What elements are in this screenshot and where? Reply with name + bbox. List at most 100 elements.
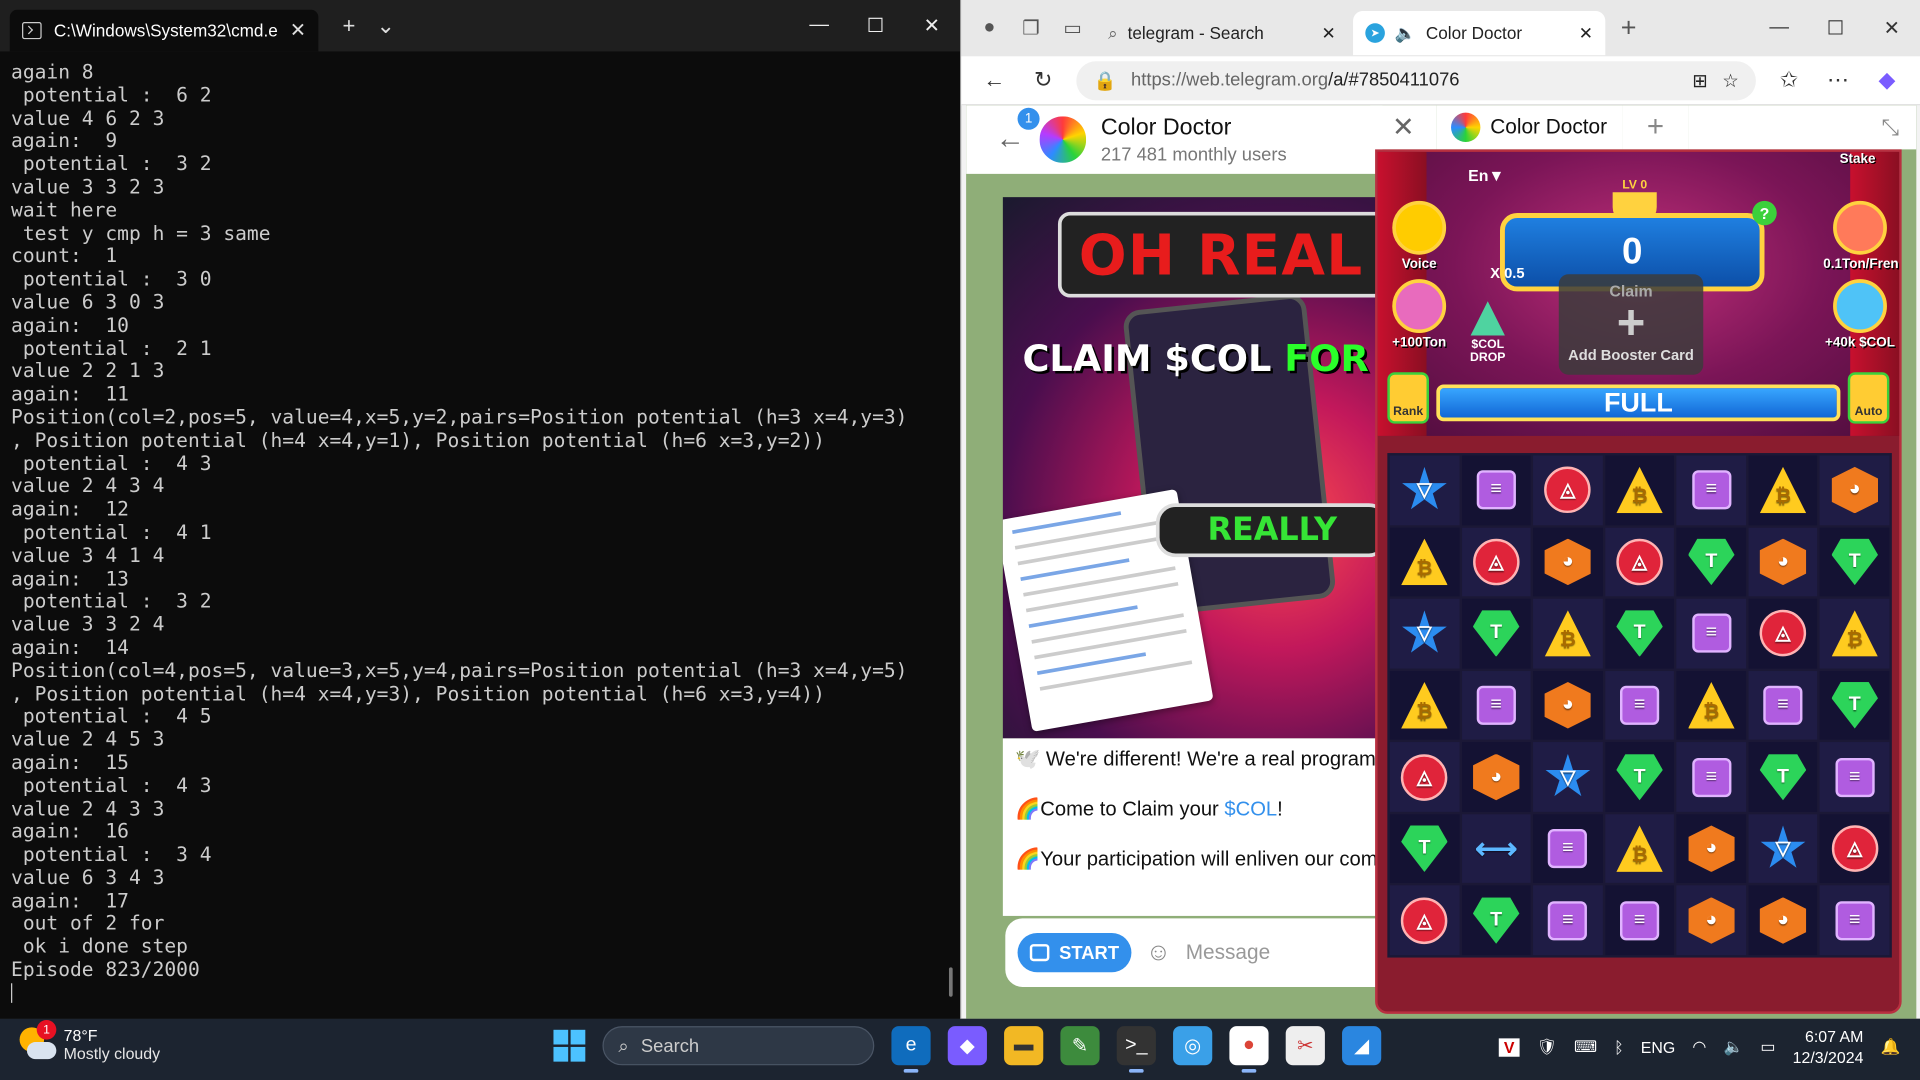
chat-header[interactable]: ← 1 Color Doctor 217 481 monthly users: [966, 105, 1383, 174]
board-cell[interactable]: ◬: [1461, 527, 1531, 597]
language-indicator[interactable]: ENG: [1641, 1038, 1675, 1056]
collapse-icon[interactable]: ⤡: [1688, 105, 1917, 150]
back-arrow-icon[interactable]: ← 1: [996, 107, 1040, 156]
stake-button[interactable]: Stake: [1821, 152, 1894, 167]
close-button[interactable]: ✕: [1864, 16, 1920, 40]
post-image[interactable]: OH REAL CLAIM $COL FOR REALLY: [1002, 197, 1395, 739]
voice-button[interactable]: Voice: [1382, 200, 1455, 272]
copilot-icon[interactable]: ◆: [1871, 67, 1903, 93]
taskbar-search[interactable]: ⌕ Search: [602, 1026, 875, 1066]
col-link[interactable]: $COL: [1224, 798, 1277, 820]
tab-telegram-search[interactable]: ⌕ telegram - Search ✕: [1096, 11, 1348, 55]
language-select[interactable]: En▼: [1468, 167, 1504, 185]
network-app-icon[interactable]: ◎: [1173, 1026, 1213, 1066]
emoji-icon[interactable]: ☺: [1146, 939, 1171, 967]
board-cell[interactable]: ▽: [1748, 814, 1818, 884]
clock[interactable]: 6:07 AM 12/3/2024: [1793, 1026, 1864, 1068]
board-cell[interactable]: T: [1676, 527, 1746, 597]
board-cell[interactable]: ◬: [1533, 455, 1603, 525]
app-available-icon[interactable]: ⊞: [1692, 69, 1707, 91]
mini-app-tab[interactable]: Color Doctor: [1436, 105, 1623, 150]
edge-icon[interactable]: e: [891, 1026, 931, 1073]
board-cell[interactable]: ≡: [1604, 670, 1675, 740]
board-cell[interactable]: ₿: [1676, 670, 1746, 740]
board-cell[interactable]: ≡: [1820, 885, 1890, 956]
board-cell[interactable]: ≡: [1676, 455, 1746, 525]
board-cell[interactable]: ₿: [1748, 455, 1818, 525]
board-cell[interactable]: ◕: [1748, 527, 1818, 597]
board-cell[interactable]: T: [1820, 670, 1890, 740]
game-view[interactable]: En▼ Voice +100Ton Stake 0.1Ton/Fren +40k…: [1375, 149, 1902, 1014]
minimize-button[interactable]: —: [1751, 16, 1807, 40]
input-icon[interactable]: ⌨: [1574, 1037, 1597, 1057]
board-cell[interactable]: ⟷: [1461, 814, 1531, 884]
notification-bell-icon[interactable]: 🔔: [1881, 1037, 1901, 1057]
board-cell[interactable]: ≡: [1820, 742, 1890, 812]
close-tab-icon[interactable]: ✕: [290, 18, 306, 42]
cmd-output[interactable]: again 8 potential : 6 2 value 4 6 2 3 agai…: [0, 51, 960, 1014]
close-tab-icon[interactable]: ✕: [1322, 23, 1336, 44]
col-drop-button[interactable]: $COL DROP: [1463, 301, 1512, 365]
minimize-button[interactable]: —: [791, 0, 847, 51]
board-cell[interactable]: ▽: [1389, 455, 1460, 525]
board-cell[interactable]: T: [1389, 814, 1460, 884]
board-cell[interactable]: T: [1604, 742, 1675, 812]
board-cell[interactable]: ◕: [1461, 742, 1531, 812]
board-cell[interactable]: ▽: [1389, 598, 1460, 669]
board-cell[interactable]: ◬: [1748, 598, 1818, 669]
wifi-icon[interactable]: ◠: [1692, 1037, 1706, 1057]
board-cell[interactable]: ◬: [1389, 742, 1460, 812]
battery-icon[interactable]: ▭: [1760, 1037, 1775, 1057]
notepad-icon[interactable]: ✎: [1060, 1026, 1100, 1066]
board-cell[interactable]: ◬: [1820, 814, 1890, 884]
board-cell[interactable]: ▽: [1533, 742, 1603, 812]
weather-widget[interactable]: 1 78°F Mostly cloudy: [19, 1020, 160, 1063]
plus-col-button[interactable]: +40k $COL: [1823, 279, 1896, 350]
board-cell[interactable]: ≡: [1676, 742, 1746, 812]
speaker-icon[interactable]: 🔈: [1395, 23, 1416, 44]
auto-button[interactable]: Auto: [1847, 372, 1890, 424]
close-tab-icon[interactable]: ✕: [1579, 23, 1593, 44]
board-cell[interactable]: ≡: [1748, 670, 1818, 740]
cmd-tab[interactable]: C:\Windows\System32\cmd.e ✕: [9, 9, 319, 52]
terminal-app-icon[interactable]: >_: [1116, 1026, 1156, 1073]
snipping-tool-icon[interactable]: ✂: [1285, 1026, 1325, 1066]
add-booster-card[interactable]: Claim + Add Booster Card: [1558, 274, 1704, 375]
board-cell[interactable]: ≡: [1461, 670, 1531, 740]
board-cell[interactable]: ≡: [1533, 885, 1603, 956]
rank-button[interactable]: Rank: [1387, 372, 1429, 424]
favorites-icon[interactable]: ✩: [1773, 67, 1805, 93]
add-tab-icon[interactable]: +: [1622, 105, 1689, 150]
vpn-icon[interactable]: V: [1499, 1037, 1520, 1057]
board-cell[interactable]: ◕: [1533, 527, 1603, 597]
chrome-icon[interactable]: ●: [1229, 1026, 1269, 1073]
board-cell[interactable]: T: [1820, 527, 1890, 597]
board-cell[interactable]: ₿: [1604, 455, 1675, 525]
close-icon[interactable]: ✕: [1370, 105, 1437, 150]
channel-avatar[interactable]: [1037, 113, 1089, 166]
tab-color-doctor[interactable]: ➤ 🔈 Color Doctor ✕: [1353, 11, 1606, 56]
plus-ton-button[interactable]: +100Ton: [1382, 279, 1455, 350]
close-button[interactable]: ✕: [904, 0, 960, 51]
start-icon[interactable]: [553, 1029, 586, 1062]
app-store-icon[interactable]: ◢: [1342, 1026, 1382, 1066]
board-cell[interactable]: ◕: [1820, 455, 1890, 525]
tab-actions-icon[interactable]: ▭: [1054, 10, 1091, 47]
copilot-app-icon[interactable]: ◆: [947, 1026, 987, 1066]
board-cell[interactable]: ◕: [1676, 814, 1746, 884]
file-explorer-icon[interactable]: ▬: [1004, 1026, 1044, 1066]
address-bar[interactable]: 🔒 https://web.telegram.org/a/#7850411076…: [1076, 60, 1756, 100]
board-cell[interactable]: ≡: [1461, 455, 1531, 525]
message-input[interactable]: Message: [1186, 940, 1270, 964]
board-cell[interactable]: ₿: [1389, 670, 1460, 740]
board-cell[interactable]: T: [1604, 598, 1675, 669]
workspaces-icon[interactable]: ❐: [1013, 10, 1050, 47]
new-tab-button[interactable]: +: [1610, 10, 1647, 47]
bluetooth-icon[interactable]: ᛒ: [1614, 1038, 1624, 1056]
tab-dropdown-button[interactable]: ⌄: [367, 0, 404, 51]
board-cell[interactable]: ₿: [1604, 814, 1675, 884]
more-menu-icon[interactable]: ⋯: [1822, 67, 1854, 93]
start-button[interactable]: START: [1017, 933, 1132, 973]
board-cell[interactable]: ◕: [1676, 885, 1746, 956]
board-cell[interactable]: ₿: [1820, 598, 1890, 669]
